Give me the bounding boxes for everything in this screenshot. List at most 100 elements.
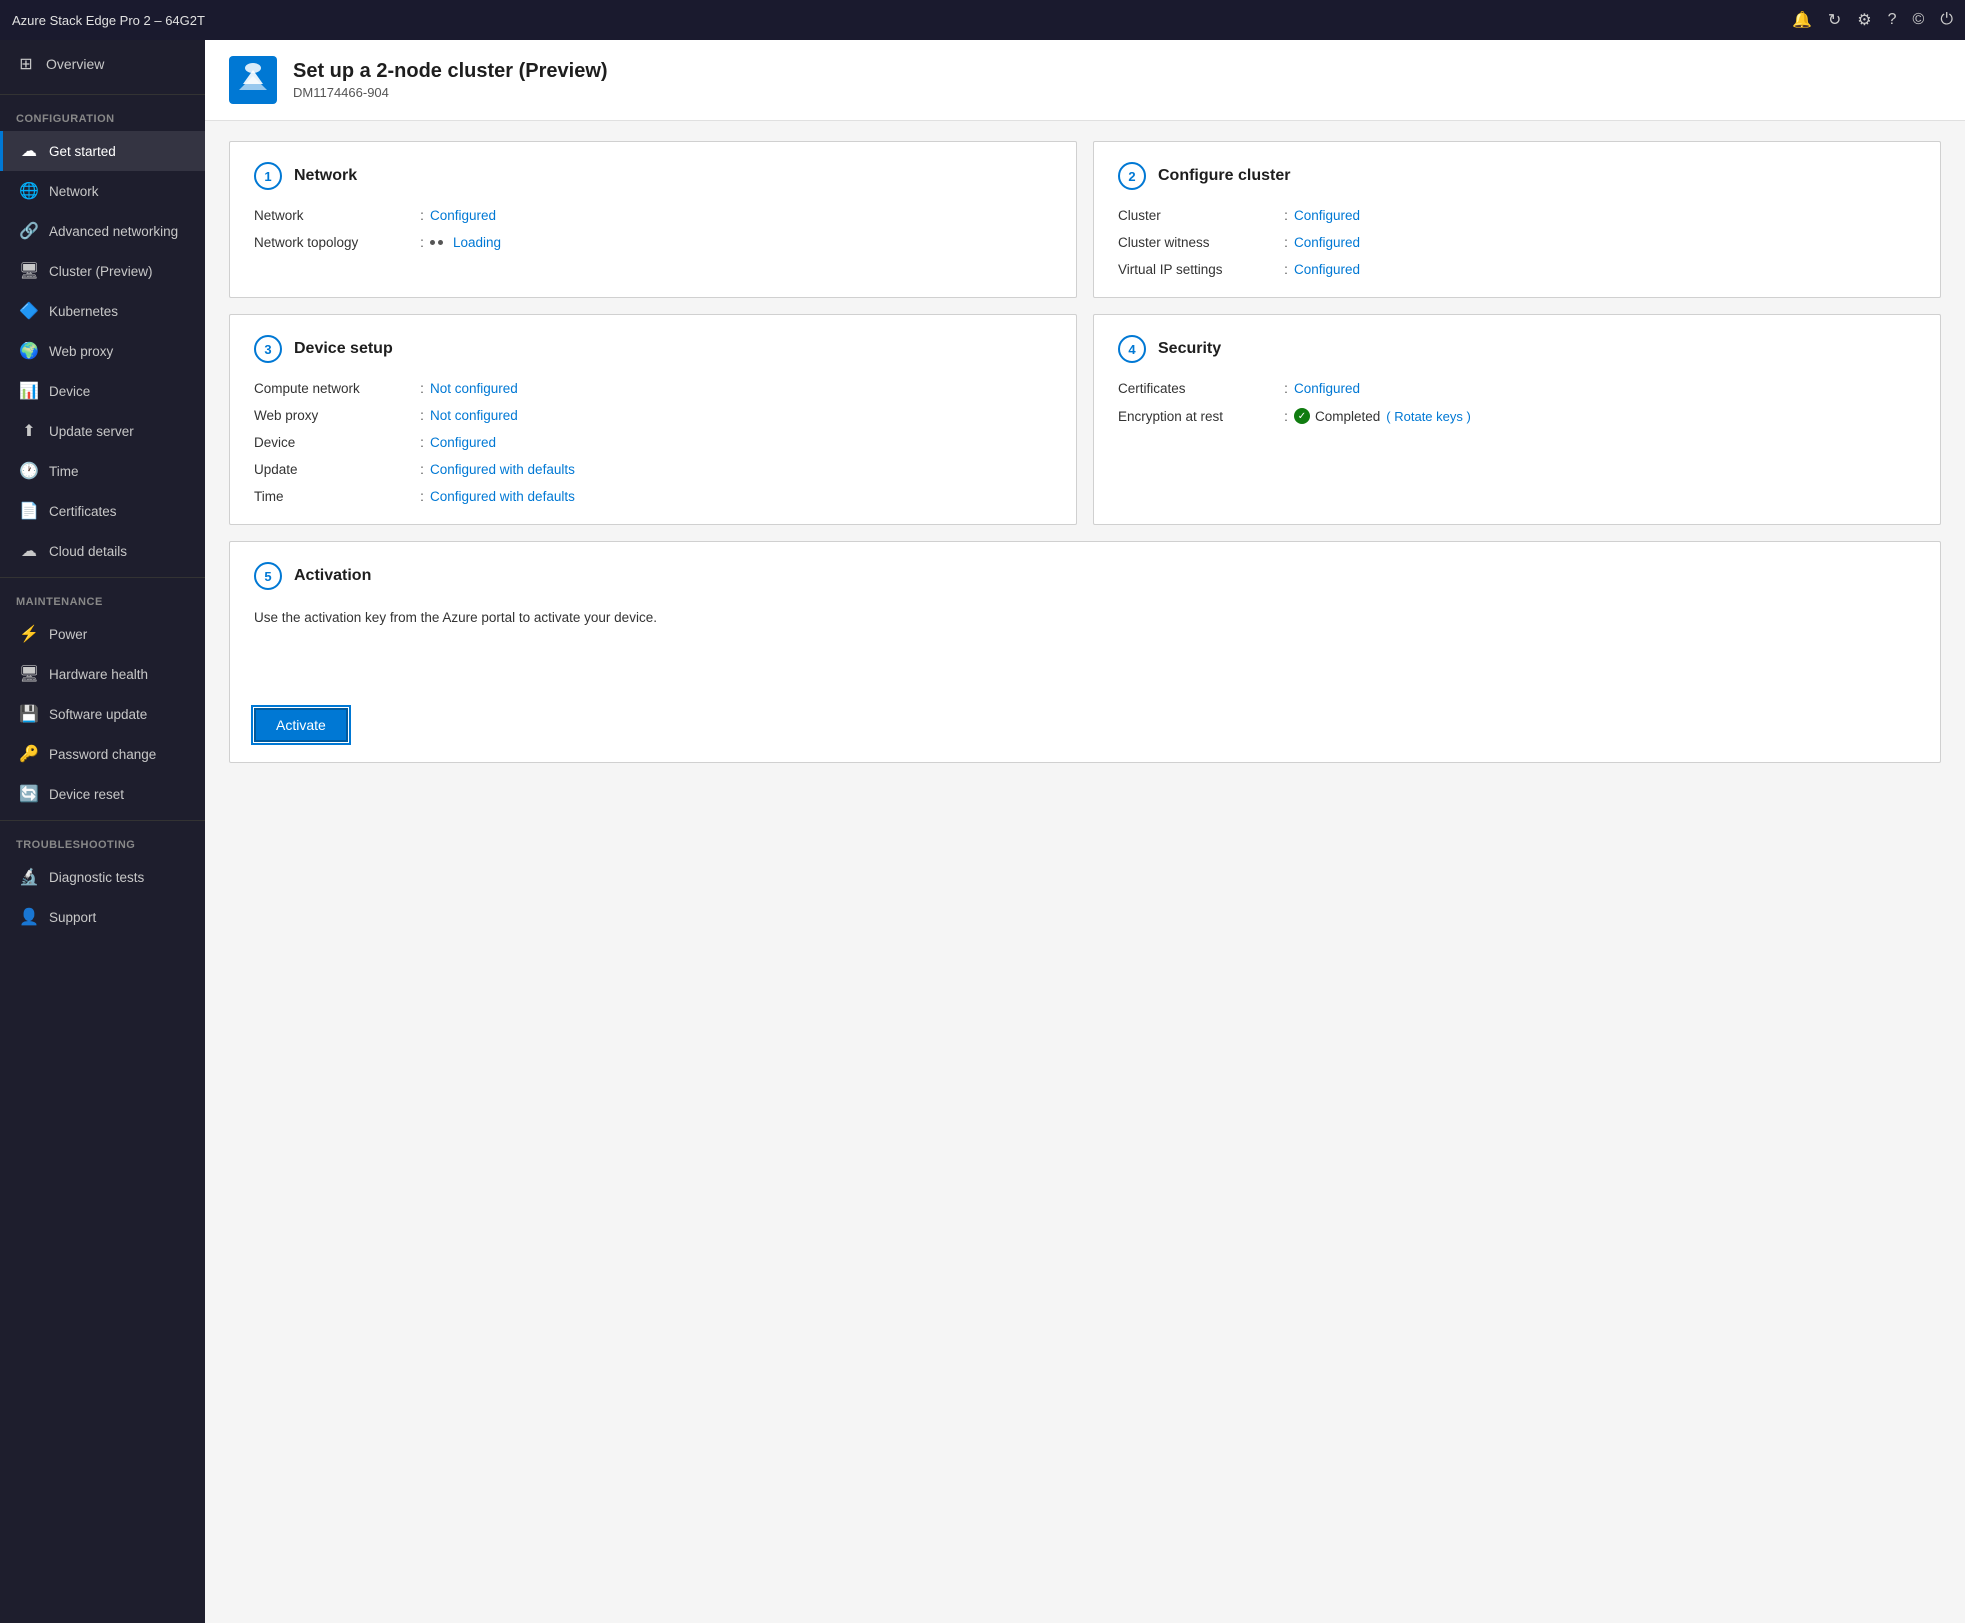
section-label-troubleshooting: TROUBLESHOOTING [0,827,205,857]
azure-stack-icon [229,56,277,104]
network-icon: 🌐 [19,181,39,201]
sidebar-item-power[interactable]: ⚡ Power [0,614,205,654]
device-value-device: Configured [430,435,496,450]
network-row-topology: Network topology : Loading [254,235,1052,250]
cluster-label-cluster: Cluster [1118,208,1278,223]
sidebar-item-certificates[interactable]: 📄 Certificates [0,491,205,531]
device-row-compute-network: Compute network : Not configured [254,381,1052,396]
sidebar-item-password-change-label: Password change [49,747,156,762]
update-configured-defaults-link[interactable]: Configured with defaults [430,462,575,477]
card-activation-header: 5 Activation [254,562,1916,590]
card-security-title: Security [1158,340,1221,358]
sidebar-item-support-label: Support [49,910,96,925]
advanced-networking-icon: 🔗 [19,221,39,241]
cluster-row-vip: Virtual IP settings : Configured [1118,262,1916,277]
card-activation: 5 Activation Use the activation key from… [229,541,1941,763]
help-icon[interactable]: ? [1888,11,1897,29]
sidebar-item-device[interactable]: 📊 Device [0,371,205,411]
sidebar-item-get-started-label: Get started [49,144,116,159]
sidebar-item-hardware-health[interactable]: 🖥 Hardware health [0,654,205,694]
device-label-update: Update [254,462,414,477]
sidebar-item-diagnostic-tests-label: Diagnostic tests [49,870,144,885]
witness-configured-link[interactable]: Configured [1294,235,1360,250]
user-icon[interactable]: © [1913,11,1925,29]
bell-icon[interactable]: 🔔 [1792,10,1812,30]
cluster-value-cluster: Configured [1294,208,1360,223]
device-label-time: Time [254,489,414,504]
sidebar-item-certificates-label: Certificates [49,504,117,519]
sidebar-item-web-proxy[interactable]: 🌍 Web proxy [0,331,205,371]
security-row-encryption: Encryption at rest : ✓ Completed ( Rotat… [1118,408,1916,424]
sidebar-item-device-reset[interactable]: 🔄 Device reset [0,774,205,814]
compute-network-link[interactable]: Not configured [430,381,518,396]
software-update-icon: 💾 [19,704,39,724]
device-row-device: Device : Configured [254,435,1052,450]
sidebar-item-advanced-networking[interactable]: 🔗 Advanced networking [0,211,205,251]
sidebar-item-overview[interactable]: ⊞ Overview [0,40,205,88]
time-configured-defaults-link[interactable]: Configured with defaults [430,489,575,504]
web-proxy-link[interactable]: Not configured [430,408,518,423]
device-row-time: Time : Configured with defaults [254,489,1052,504]
network-label-network: Network [254,208,414,223]
sidebar-item-network-label: Network [49,184,99,199]
card-security: 4 Security Certificates : Configured Enc… [1093,314,1941,525]
topology-loading-link[interactable]: Loading [453,235,501,250]
security-value-certificates: Configured [1294,381,1360,396]
vip-configured-link[interactable]: Configured [1294,262,1360,277]
title-bar-icons: 🔔 ↻ ⚙ ? © ⏻ [1792,10,1953,30]
certificates-configured-link[interactable]: Configured [1294,381,1360,396]
card-security-header: 4 Security [1118,335,1916,363]
loading-dots [430,240,443,245]
sidebar-item-device-label: Device [49,384,90,399]
get-started-icon: ☁ [19,141,39,161]
sidebar-item-support[interactable]: 👤 Support [0,897,205,937]
card-network: 1 Network Network : Configured Network t… [229,141,1077,298]
sidebar-item-kubernetes-label: Kubernetes [49,304,118,319]
sidebar-item-network[interactable]: 🌐 Network [0,171,205,211]
hardware-health-icon: 🖥 [19,664,39,684]
sidebar-item-software-update-label: Software update [49,707,147,722]
power-icon[interactable]: ⏻ [1940,11,1953,29]
device-configured-link[interactable]: Configured [430,435,496,450]
rotate-keys-link[interactable]: ( Rotate keys ) [1386,409,1471,424]
sidebar-item-update-server-label: Update server [49,424,134,439]
sidebar-item-get-started[interactable]: ☁ Get started [0,131,205,171]
cluster-configured-link[interactable]: Configured [1294,208,1360,223]
window-title: Azure Stack Edge Pro 2 – 64G2T [12,13,205,28]
card-device-setup: 3 Device setup Compute network : Not con… [229,314,1077,525]
sidebar-item-cloud-details[interactable]: ☁ Cloud details [0,531,205,571]
activate-button[interactable]: Activate [254,708,348,742]
cards-grid: 1 Network Network : Configured Network t… [229,141,1941,763]
sidebar-item-software-update[interactable]: 💾 Software update [0,694,205,734]
certificates-icon: 📄 [19,501,39,521]
sidebar-item-hardware-health-label: Hardware health [49,667,148,682]
sidebar-item-power-label: Power [49,627,87,642]
sidebar-item-cluster-label: Cluster (Preview) [49,264,153,279]
device-value-compute-network: Not configured [430,381,518,396]
sidebar-item-time-label: Time [49,464,79,479]
card-device-setup-header: 3 Device setup [254,335,1052,363]
settings-icon[interactable]: ⚙ [1857,10,1871,30]
diagnostic-tests-icon: 🔬 [19,867,39,887]
sidebar-item-update-server[interactable]: ⬆ Update server [0,411,205,451]
refresh-icon[interactable]: ↻ [1828,10,1841,30]
sidebar-item-time[interactable]: 🕐 Time [0,451,205,491]
cluster-label-witness: Cluster witness [1118,235,1278,250]
page-header-icon [229,56,277,104]
sidebar-item-cluster[interactable]: 🖥 Cluster (Preview) [0,251,205,291]
section-label-maintenance: MAINTENANCE [0,584,205,614]
device-row-web-proxy: Web proxy : Not configured [254,408,1052,423]
network-configured-link[interactable]: Configured [430,208,496,223]
device-reset-icon: 🔄 [19,784,39,804]
power-sidebar-icon: ⚡ [19,624,39,644]
password-change-icon: 🔑 [19,744,39,764]
network-label-topology: Network topology [254,235,414,250]
cloud-details-icon: ☁ [19,541,39,561]
sidebar-item-kubernetes[interactable]: 🔷 Kubernetes [0,291,205,331]
device-label-web-proxy: Web proxy [254,408,414,423]
sidebar-item-password-change[interactable]: 🔑 Password change [0,734,205,774]
sidebar-item-diagnostic-tests[interactable]: 🔬 Diagnostic tests [0,857,205,897]
security-label-certificates: Certificates [1118,381,1278,396]
content-area: Set up a 2-node cluster (Preview) DM1174… [205,40,1965,1623]
activation-description: Use the activation key from the Azure po… [254,608,1916,628]
